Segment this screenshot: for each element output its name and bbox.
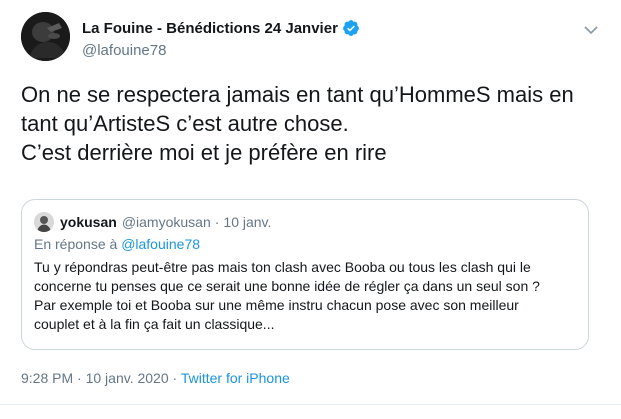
separator-dot: · — [214, 214, 220, 230]
divider — [0, 404, 621, 405]
quoted-text-line: concerne tu penses que ce serait une bon… — [34, 278, 540, 294]
tweet-source-link[interactable]: Twitter for iPhone — [181, 370, 290, 386]
tweet-text-line: tant qu’ArtisteS c’est autre chose. — [21, 111, 349, 136]
author-handle[interactable]: @lafouine78 — [82, 42, 166, 59]
reply-context: En réponse à @lafouine78 — [34, 236, 200, 252]
quoted-date[interactable]: 10 janv. — [223, 214, 271, 230]
quoted-tweet-header: yokusan @iamyokusan · 10 janv. — [34, 212, 271, 232]
separator-dot: · — [172, 370, 178, 386]
quoted-text-line: Par exemple toi et Booba sur une même in… — [34, 297, 519, 313]
quoted-avatar[interactable] — [34, 212, 54, 232]
chevron-down-icon[interactable] — [584, 22, 598, 35]
separator-dot: · — [77, 370, 82, 386]
tweet-date[interactable]: 10 janv. 2020 — [86, 370, 169, 386]
quoted-author-name[interactable]: yokusan — [60, 214, 117, 230]
author-photo — [21, 12, 70, 61]
tweet-text: On ne se respectera jamais en tant qu’Ho… — [21, 80, 611, 167]
quoted-tweet[interactable]: yokusan @iamyokusan · 10 janv. En répons… — [21, 199, 589, 350]
reply-prefix: En réponse à — [34, 236, 118, 252]
quoted-text-line: Tu y répondras peut-être pas mais ton cl… — [34, 259, 531, 275]
tweet-metadata: 9:28 PM · 10 janv. 2020 · Twitter for iP… — [21, 370, 290, 386]
verified-badge-icon — [342, 19, 360, 37]
reply-handle-link[interactable]: @lafouine78 — [121, 236, 200, 252]
author-name[interactable]: La Fouine - Bénédictions 24 Janvier — [82, 20, 338, 37]
author-header[interactable]: La Fouine - Bénédictions 24 Janvier — [82, 19, 360, 37]
tweet-time[interactable]: 9:28 PM — [21, 370, 73, 386]
quoted-tweet-text: Tu y répondras peut-être pas mais ton cl… — [34, 258, 582, 334]
tweet-text-line: C’est derrière moi et je préfère en rire — [21, 140, 387, 165]
tweet-card: La Fouine - Bénédictions 24 Janvier @laf… — [0, 0, 621, 419]
quoted-author-handle[interactable]: @iamyokusan — [122, 214, 211, 230]
quoted-text-line: couplet et à la fin ça fait un classique… — [34, 316, 275, 332]
tweet-text-line: On ne se respectera jamais en tant qu’Ho… — [21, 82, 574, 107]
author-avatar[interactable] — [21, 12, 70, 61]
